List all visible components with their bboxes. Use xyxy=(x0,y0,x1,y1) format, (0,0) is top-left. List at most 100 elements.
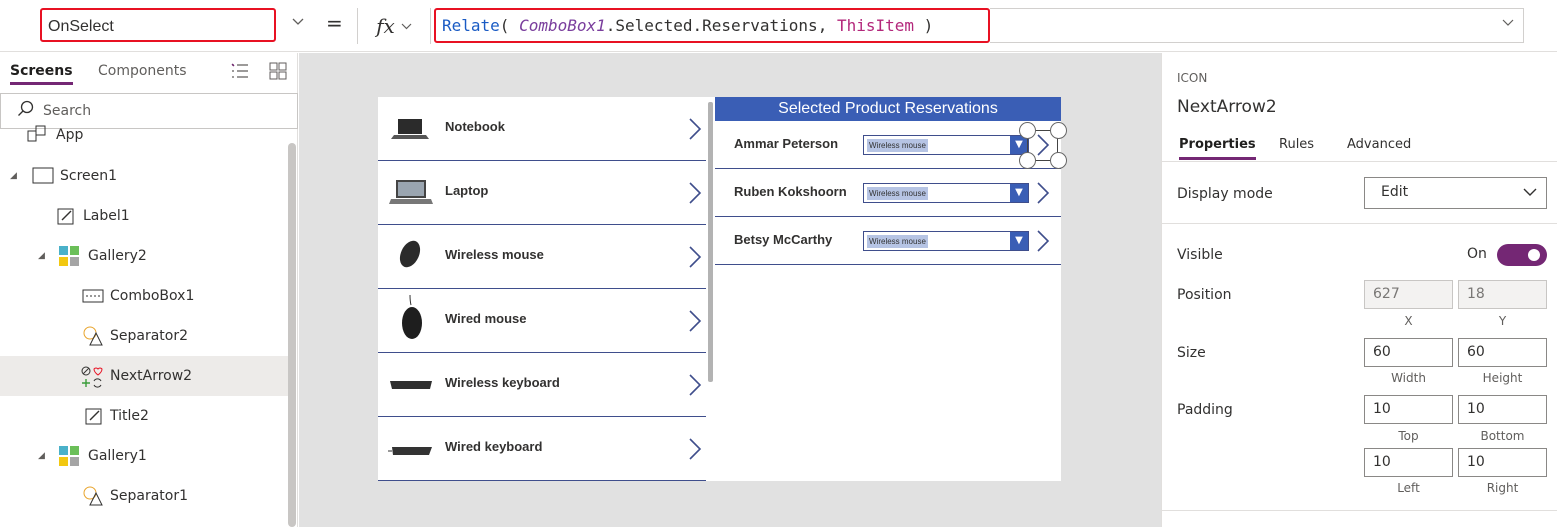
width-field[interactable]: 60 xyxy=(1364,338,1453,367)
next-arrow-icon[interactable] xyxy=(1036,181,1050,205)
combobox-icon xyxy=(82,286,104,308)
collapse-caret-icon[interactable]: ◢ xyxy=(10,171,17,181)
tree-item-combobox1[interactable]: ComboBox1 xyxy=(0,276,290,316)
tree-item-separator2[interactable]: Separator2 xyxy=(0,316,290,356)
reservation-name: Betsy McCarthy xyxy=(734,232,833,247)
wired-keyboard-image xyxy=(388,435,434,463)
position-x-field[interactable]: 627 xyxy=(1364,280,1453,309)
position-y-field[interactable]: 18 xyxy=(1458,280,1547,309)
next-arrow-icon[interactable] xyxy=(688,373,702,397)
formula-keyword: ThisItem xyxy=(836,16,915,35)
control-name[interactable]: NextArrow2 xyxy=(1177,97,1277,117)
fx-button[interactable]: fx xyxy=(357,8,431,44)
right-caption: Right xyxy=(1486,481,1519,495)
display-mode-dropdown[interactable]: Edit xyxy=(1364,177,1547,209)
product-combobox[interactable]: Wireless mouse ▼ xyxy=(863,231,1029,251)
reservation-row[interactable]: Ruben Kokshoorn Wireless mouse ▼ xyxy=(715,169,1061,217)
tree-view-pane: Screens Components Search App ◢ Screen1 … xyxy=(0,53,298,527)
size-label: Size xyxy=(1177,345,1206,361)
formula-input[interactable]: Relate( ComboBox1.Selected.Reservations,… xyxy=(434,8,990,43)
formula-field-extension[interactable] xyxy=(990,8,1524,43)
gallery-row-notebook[interactable]: Notebook xyxy=(378,97,706,161)
collapse-caret-icon[interactable]: ◢ xyxy=(38,451,45,461)
gallery-scroll-thumb[interactable] xyxy=(708,102,713,382)
label-icon xyxy=(84,406,106,428)
product-combobox[interactable]: Wireless mouse ▼ xyxy=(863,183,1029,203)
formula-token: ( xyxy=(499,16,520,35)
gallery-row-wireless-keyboard[interactable]: Wireless keyboard xyxy=(378,353,706,417)
reservation-row[interactable]: Ammar Peterson Wireless mouse ▼ xyxy=(715,121,1061,169)
tree-item-app[interactable]: App xyxy=(0,117,290,157)
y-caption: Y xyxy=(1498,314,1507,328)
gallery-row-laptop[interactable]: Laptop xyxy=(378,161,706,225)
product-combobox[interactable]: Wireless mouse ▼ xyxy=(863,135,1029,155)
gallery-icon xyxy=(58,245,80,267)
app-icon xyxy=(26,125,48,147)
toggle-knob xyxy=(1528,249,1540,261)
collapse-caret-icon[interactable]: ◢ xyxy=(38,251,45,261)
height-field[interactable]: 60 xyxy=(1458,338,1547,367)
divider xyxy=(1162,223,1557,224)
equals-sign: = xyxy=(326,11,343,35)
next-arrow-icon[interactable] xyxy=(688,245,702,269)
tree-item-screen1[interactable]: ◢ Screen1 xyxy=(0,156,290,196)
property-dropdown[interactable]: OnSelect xyxy=(40,8,276,42)
selected-item-chip: Wireless mouse xyxy=(867,235,928,248)
chevron-down-icon[interactable]: ▼ xyxy=(1010,232,1028,250)
laptop-image xyxy=(388,179,434,207)
x-caption: X xyxy=(1404,314,1413,328)
tree-item-separator1[interactable]: Separator1 xyxy=(0,476,290,516)
padding-bottom-field[interactable]: 10 xyxy=(1458,395,1547,424)
next-arrow-icon[interactable] xyxy=(688,117,702,141)
resize-handle[interactable] xyxy=(1050,152,1067,169)
divider xyxy=(1162,510,1557,511)
product-name: Wireless keyboard xyxy=(445,375,560,390)
tree-scrollbar[interactable] xyxy=(288,143,296,527)
gallery-row-wired-mouse[interactable]: Wired mouse xyxy=(378,289,706,353)
tab-screens[interactable]: Screens xyxy=(10,63,73,85)
next-arrow-icon[interactable] xyxy=(688,181,702,205)
tree-item-label: Gallery1 xyxy=(88,448,147,464)
chevron-down-icon[interactable] xyxy=(1522,184,1538,200)
list-view-icon[interactable] xyxy=(230,61,250,81)
tab-advanced[interactable]: Advanced xyxy=(1347,137,1411,152)
fx-icon: fx xyxy=(376,14,395,38)
resize-handle[interactable] xyxy=(1019,152,1036,169)
grid-view-icon[interactable] xyxy=(268,61,288,81)
next-arrow-icon[interactable] xyxy=(1036,229,1050,253)
tree-item-label1[interactable]: Label1 xyxy=(0,196,290,236)
selected-item-chip: Wireless mouse xyxy=(867,139,928,152)
resize-handle[interactable] xyxy=(1019,122,1036,139)
tab-properties[interactable]: Properties xyxy=(1179,137,1256,160)
tree-item-label: Gallery2 xyxy=(88,248,147,264)
gallery-row-wireless-mouse[interactable]: Wireless mouse xyxy=(378,225,706,289)
padding-right-field[interactable]: 10 xyxy=(1458,448,1547,477)
position-label: Position xyxy=(1177,287,1232,303)
padding-left-field[interactable]: 10 xyxy=(1364,448,1453,477)
chevron-down-icon[interactable]: ▼ xyxy=(1010,184,1028,202)
tree-item-label: App xyxy=(56,127,84,143)
tree-item-title2[interactable]: Title2 xyxy=(0,396,290,436)
tab-rules[interactable]: Rules xyxy=(1279,137,1314,152)
tree-item-gallery2[interactable]: ◢ Gallery2 xyxy=(0,236,290,276)
gallery-row-wired-keyboard[interactable]: Wired keyboard xyxy=(378,417,706,481)
padding-top-field[interactable]: 10 xyxy=(1364,395,1453,424)
next-arrow-icon[interactable] xyxy=(688,437,702,461)
chevron-down-icon[interactable] xyxy=(286,14,310,38)
selected-item-chip: Wireless mouse xyxy=(867,187,928,200)
tree-item-label: Separator1 xyxy=(110,488,189,504)
reservation-row[interactable]: Betsy McCarthy Wireless mouse ▼ xyxy=(715,217,1061,265)
resize-handle[interactable] xyxy=(1050,122,1067,139)
expand-formula-icon[interactable] xyxy=(1502,16,1514,30)
tree-item-gallery1[interactable]: ◢ Gallery1 xyxy=(0,436,290,476)
shapes-icon xyxy=(82,485,104,507)
display-mode-label: Display mode xyxy=(1177,186,1273,202)
tree-item-label: ComboBox1 xyxy=(110,288,195,304)
chevron-down-icon xyxy=(401,20,412,33)
tab-components[interactable]: Components xyxy=(98,63,187,79)
tree-item-label: Screen1 xyxy=(60,168,118,184)
tree-item-label: NextArrow2 xyxy=(110,368,193,384)
next-arrow-icon[interactable] xyxy=(688,309,702,333)
label-icon xyxy=(56,206,78,228)
tree-item-nextarrow2[interactable]: NextArrow2 xyxy=(0,356,296,396)
